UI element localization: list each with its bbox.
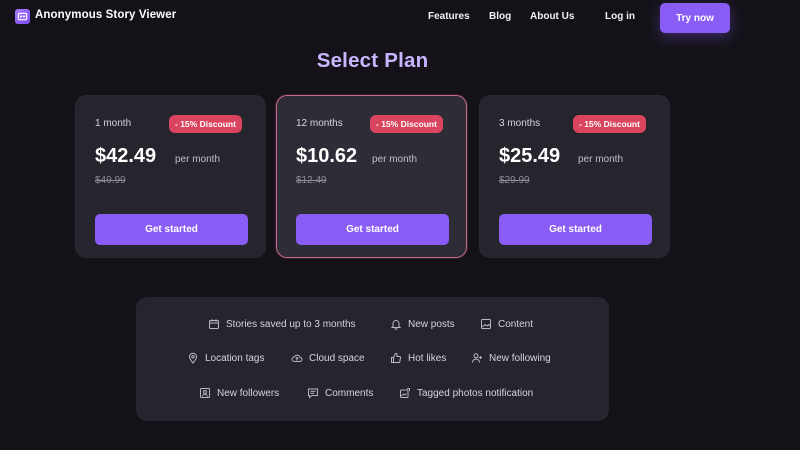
location-pin-icon bbox=[188, 352, 198, 364]
feature-item: New followers bbox=[199, 387, 279, 399]
feature-label: Cloud space bbox=[309, 352, 365, 364]
thumbs-up-icon bbox=[391, 352, 402, 363]
feature-item: New posts bbox=[390, 318, 455, 330]
original-price: $29.99 bbox=[499, 175, 530, 186]
image-icon bbox=[481, 319, 491, 329]
story-logo-glyph bbox=[17, 12, 28, 21]
top-navigation-bar: Anonymous Story Viewer Features Blog Abo… bbox=[0, 0, 800, 36]
user-plus-icon bbox=[472, 353, 482, 363]
plan-card-1-month[interactable]: 1 month - 15% Discount $42.49 per month … bbox=[75, 95, 266, 258]
features-panel: Stories saved up to 3 months New posts C… bbox=[136, 297, 609, 421]
plan-price: $10.62 bbox=[296, 145, 358, 167]
user-badge-icon bbox=[200, 388, 210, 398]
feature-label: New following bbox=[489, 352, 551, 364]
price-unit: per month bbox=[578, 154, 624, 165]
nav-link-log-in[interactable]: Log in bbox=[605, 11, 635, 22]
calendar-icon bbox=[209, 319, 219, 329]
discount-badge: - 15% Discount bbox=[573, 115, 646, 133]
feature-label: New followers bbox=[217, 387, 280, 399]
feature-item: Stories saved up to 3 months bbox=[208, 318, 356, 330]
feature-item: Hot likes bbox=[390, 352, 446, 364]
price-unit: per month bbox=[175, 154, 221, 165]
comment-icon bbox=[308, 388, 318, 399]
feature-item: Comments bbox=[307, 387, 373, 399]
try-now-button[interactable]: Try now bbox=[660, 3, 730, 33]
feature-label: Hot likes bbox=[408, 352, 447, 364]
feature-item: Tagged photos notification bbox=[399, 387, 533, 399]
plan-period: 3 months bbox=[499, 118, 541, 129]
discount-badge: - 15% Discount bbox=[370, 115, 443, 133]
get-started-button[interactable]: Get started bbox=[95, 214, 248, 245]
get-started-button[interactable]: Get started bbox=[296, 214, 449, 245]
feature-item: Cloud space bbox=[291, 352, 365, 364]
feature-label: Comments bbox=[325, 387, 374, 399]
original-price: $49.99 bbox=[95, 175, 126, 186]
feature-label: Stories saved up to 3 months bbox=[226, 318, 356, 330]
discount-badge: - 15% Discount bbox=[169, 115, 242, 133]
tagged-photo-icon bbox=[400, 388, 410, 398]
bell-icon bbox=[390, 320, 402, 330]
story-logo-icon[interactable] bbox=[15, 9, 30, 24]
plan-period: 12 months bbox=[296, 118, 343, 129]
plan-card-12-months[interactable]: 12 months - 15% Discount $10.62 per mont… bbox=[276, 95, 467, 258]
plan-price: $42.49 bbox=[95, 145, 157, 167]
page-title: Select Plan bbox=[316, 49, 429, 72]
plan-period: 1 month bbox=[95, 118, 132, 129]
feature-label: Location tags bbox=[205, 352, 265, 364]
plan-price: $25.49 bbox=[499, 145, 561, 167]
plan-card-3-months[interactable]: 3 months - 15% Discount $25.49 per month… bbox=[479, 95, 670, 258]
nav-link-blog[interactable]: Blog bbox=[489, 11, 511, 22]
original-price: $12.49 bbox=[296, 175, 327, 186]
get-started-button[interactable]: Get started bbox=[499, 214, 652, 245]
feature-item: New following bbox=[471, 352, 551, 364]
nav-link-features[interactable]: Features bbox=[428, 11, 470, 22]
price-unit: per month bbox=[372, 154, 418, 165]
feature-label: Tagged photos notification bbox=[417, 387, 534, 399]
feature-item: Location tags bbox=[187, 352, 265, 364]
nav-link-about-us[interactable]: About Us bbox=[530, 11, 574, 22]
feature-label: New posts bbox=[408, 318, 455, 330]
cloud-upload-icon bbox=[291, 354, 303, 362]
feature-label: Content bbox=[498, 318, 534, 330]
feature-item: Content bbox=[480, 318, 533, 330]
brand-name[interactable]: Anonymous Story Viewer bbox=[35, 9, 176, 21]
